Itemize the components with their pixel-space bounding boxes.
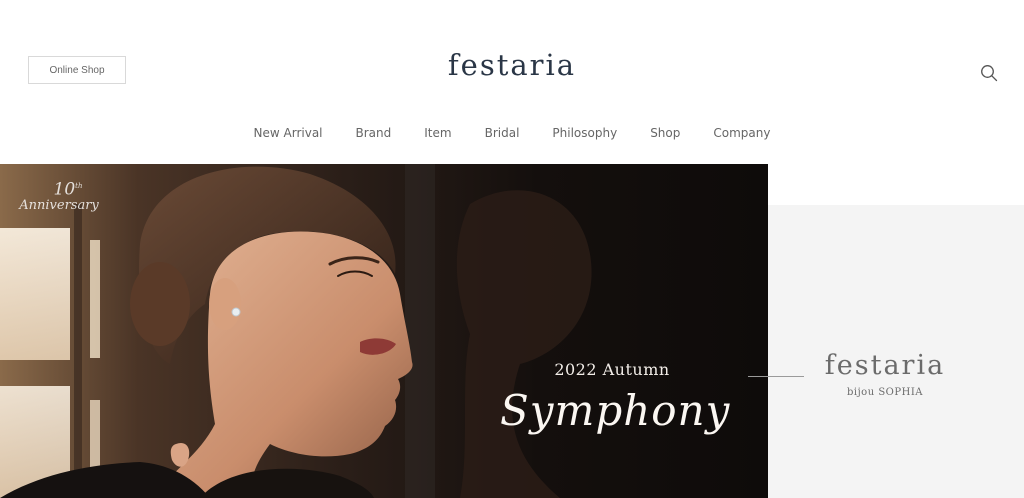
- divider-line: [748, 376, 804, 377]
- nav-item-philosophy[interactable]: Philosophy: [552, 126, 617, 140]
- nav-item-brand[interactable]: Brand: [356, 126, 392, 140]
- logo-text: festaria: [447, 48, 577, 82]
- side-brand-logo[interactable]: festaria: [820, 350, 950, 381]
- nav-item-new-arrival[interactable]: New Arrival: [254, 126, 323, 140]
- site-logo[interactable]: festaria: [0, 48, 1024, 82]
- nav-item-shop[interactable]: Shop: [650, 126, 680, 140]
- anniversary-word: Anniversary: [19, 197, 99, 213]
- season-label: 2022 Autumn: [554, 360, 670, 379]
- search-icon[interactable]: [980, 64, 998, 82]
- anniversary-number: 10: [53, 179, 76, 200]
- hero-photo: [0, 164, 768, 498]
- anniversary-suffix: th: [75, 182, 83, 190]
- side-sub-brand: bijou SOPHIA: [846, 387, 923, 398]
- hero-banner[interactable]: 10th Anniversary 2022 Autumn Symphony: [0, 164, 768, 498]
- nav-item-bridal[interactable]: Bridal: [485, 126, 520, 140]
- nav-item-item[interactable]: Item: [424, 126, 451, 140]
- nav-item-company[interactable]: Company: [713, 126, 770, 140]
- anniversary-badge: 10th Anniversary: [14, 178, 104, 213]
- page: Online Shop festaria New Arrival Brand I…: [0, 0, 1024, 498]
- main-nav: New Arrival Brand Item Bridal Philosophy…: [0, 126, 1024, 140]
- collection-name: Symphony: [500, 386, 731, 435]
